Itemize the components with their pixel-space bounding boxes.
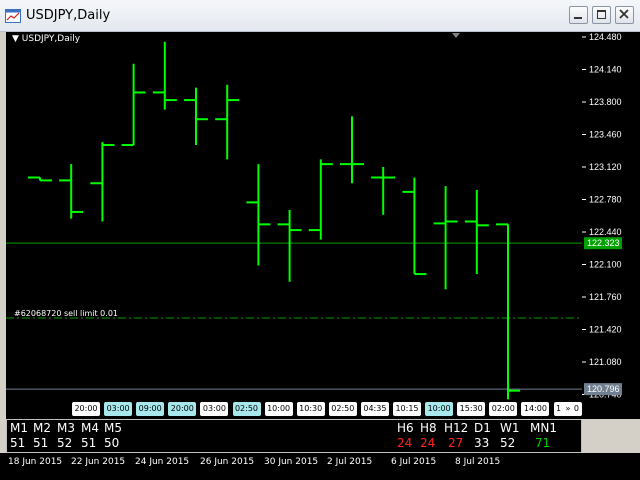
date-tick-label: 6 Jul 2015 (391, 457, 437, 467)
timeframe-value: 24 (420, 436, 436, 450)
pending-order-label[interactable]: #62068720 sell limit 0.01 (14, 309, 118, 318)
date-tick-label: 2 Jul 2015 (327, 457, 373, 467)
time-marker-chip[interactable]: 15:30 (457, 402, 486, 416)
timeframe-value: 33 (474, 436, 490, 450)
ohlc-bar (464, 189, 489, 275)
ohlc-bar (59, 164, 84, 219)
price-tick-label: 121.420 (589, 325, 622, 335)
timeframe-label: M5 (104, 421, 122, 435)
dropdown-triangle-icon[interactable]: ▼ (12, 34, 19, 44)
time-marker-chip[interactable]: 03:00 (104, 402, 133, 416)
ohlc-bar (371, 167, 396, 215)
time-marker-chip[interactable]: 09:00 (136, 402, 165, 416)
timeframe-label: M1 (10, 421, 28, 435)
price-tick-label: 122.440 (589, 227, 622, 237)
date-tick-label: 18 Jun 2015 (8, 457, 63, 467)
timeframe-label: M4 (81, 421, 99, 435)
date-tick-label: 30 Jun 2015 (264, 457, 319, 467)
ohlc-bar (433, 186, 458, 290)
price-tick-label: 124.140 (589, 65, 622, 75)
ohlc-bar (215, 84, 240, 160)
symbol-timeframe-text: USDJPY,Daily (21, 34, 81, 44)
time-marker-chip[interactable]: 04:35 (360, 402, 389, 416)
timeframe-label: M2 (33, 421, 51, 435)
ohlc-bar (90, 142, 115, 222)
timeframe-value: 24 (397, 436, 413, 450)
timeframe-value: 27 (448, 436, 464, 450)
timeframe-label: MN1 (530, 421, 557, 435)
timeframe-value: 52 (57, 436, 73, 450)
timeframe-value: 52 (500, 436, 516, 450)
ohlc-bar (28, 176, 52, 182)
ohlc-bar (152, 41, 177, 110)
timeframe-value: 50 (104, 436, 120, 450)
time-marker-chip[interactable]: 20:00 (72, 402, 100, 416)
timeframe-value: 51 (81, 436, 97, 450)
time-marker-chip[interactable]: 10:15 (393, 402, 421, 416)
timeframe-value: 71 (535, 436, 551, 450)
time-marker-chip[interactable]: 20:00 (168, 402, 197, 416)
ohlc-bar (402, 177, 427, 276)
price-tick-label: 121.080 (589, 357, 622, 367)
more-chips-arrow-icon[interactable]: » (562, 402, 574, 416)
timeframe-label: D1 (474, 421, 491, 435)
bid-price-marker-text: 122.323 (587, 238, 620, 248)
date-tick-label: 8 Jul 2015 (455, 457, 501, 467)
price-tick-label: 123.120 (589, 162, 622, 172)
ohlc-bar (184, 87, 208, 146)
ohlc-bar (277, 210, 302, 282)
time-marker-chip[interactable]: 10:00 (264, 402, 293, 416)
ohlc-bar (121, 63, 146, 147)
price-tick-label: 123.460 (589, 130, 622, 140)
maximize-button[interactable] (592, 6, 611, 24)
price-tick-label: 124.480 (589, 32, 622, 42)
date-axis: 18 Jun 2015 22 Jun 2015 24 Jun 2015 26 Jun … (0, 453, 640, 480)
ohlc-bar (308, 159, 333, 240)
time-marker-chip[interactable]: 02:50 (328, 402, 357, 416)
timeframe-strength-panel: M1 51 M2 51 M3 52 M4 51 M5 50 H6 24 H8 24 H12 27 D1 33 W1 5… (6, 419, 582, 453)
minimize-button[interactable] (569, 6, 588, 24)
chart-symbol-label: ▼ USDJPY,Daily (12, 34, 80, 44)
timeframe-label: M3 (57, 421, 75, 435)
time-marker-chip[interactable]: 10:00 (425, 402, 454, 416)
price-tick-label: 123.800 (589, 97, 622, 107)
time-marker-chip[interactable]: 10:30 (296, 402, 325, 416)
ohlc-bar (340, 116, 364, 184)
window-title: USDJPY,Daily (26, 8, 111, 23)
ohlc-bar (496, 223, 520, 400)
close-button[interactable] (615, 6, 634, 24)
date-tick-label: 22 Jun 2015 (71, 457, 126, 467)
price-tick-label: 122.100 (589, 260, 622, 270)
price-tick-label: 121.760 (589, 292, 622, 302)
time-marker-chip[interactable]: 14:00 (521, 402, 550, 416)
timeframe-value: 51 (33, 436, 49, 450)
timeframe-label: H12 (444, 421, 469, 435)
ohlc-bar (246, 164, 271, 266)
date-tick-label: 26 Jun 2015 (200, 457, 255, 467)
ask-price-marker-text: 120.796 (587, 384, 620, 394)
timeframe-label: H8 (420, 421, 437, 435)
timeframe-label: H6 (397, 421, 414, 435)
time-marker-chip[interactable]: 03:00 (200, 402, 229, 416)
price-tick-label: 122.780 (589, 195, 622, 205)
timeframe-label: W1 (500, 421, 520, 435)
chart-shift-marker (452, 33, 460, 38)
time-marker-chip[interactable]: 02:50 (232, 402, 261, 416)
window-titlebar: USDJPY,Daily (0, 0, 640, 32)
price-chart[interactable]: ▼ USDJPY,Daily #62068720 sell limit 0.01… (6, 32, 582, 419)
price-axis[interactable]: 124.480 124.140 123.800 123.460 123.120 122.7… (582, 32, 640, 419)
chart-window-icon (5, 8, 21, 23)
time-marker-chip[interactable]: 02:00 (489, 402, 518, 416)
date-tick-label: 24 Jun 2015 (135, 457, 190, 467)
timeframe-value: 51 (10, 436, 26, 450)
